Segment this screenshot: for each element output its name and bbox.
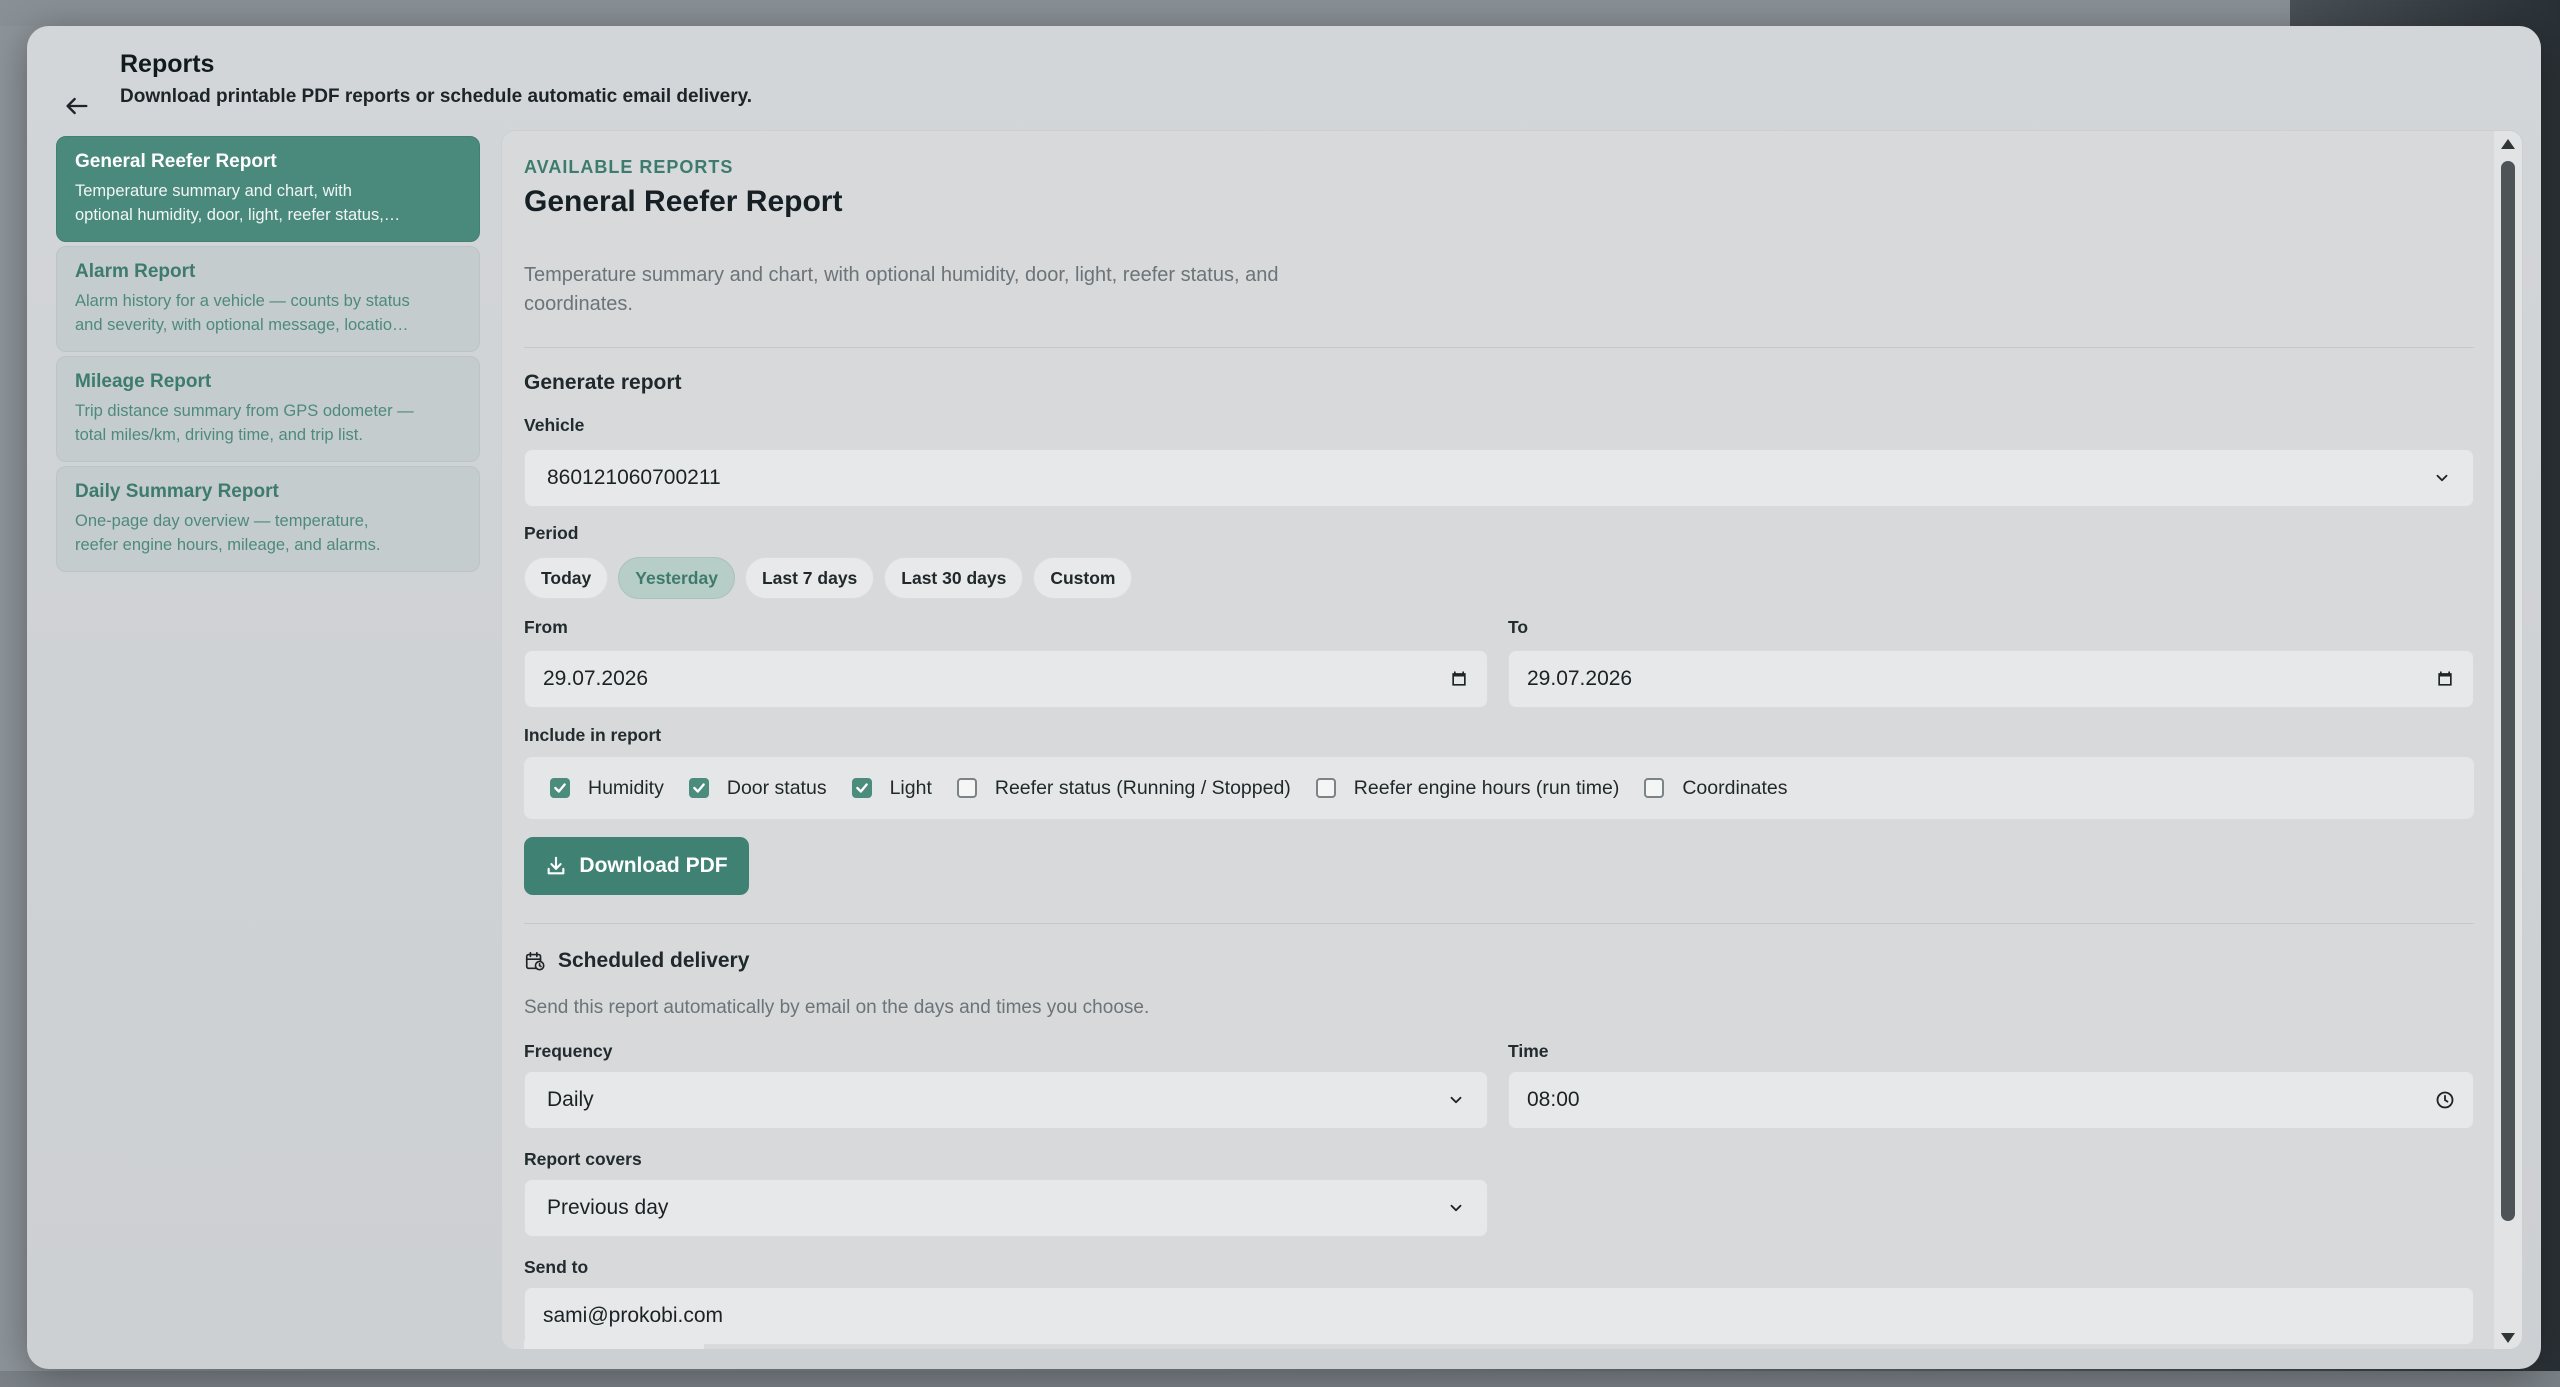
reefer-engine-hours-checkbox[interactable] — [1315, 778, 1336, 798]
download-icon — [548, 856, 565, 875]
scrollbar[interactable] — [2494, 131, 2522, 1349]
time-value: 08:00 — [1527, 1088, 1580, 1111]
vehicle-label: Vehicle — [524, 415, 585, 435]
period-chip-last-7-days[interactable]: Last 7 days — [744, 557, 875, 599]
to-date-input[interactable]: 29.07.2026 — [1508, 650, 2474, 708]
include-options: Humidity Door status Light Reefer status… — [524, 757, 2474, 819]
scheduled-delivery-title: Scheduled delivery — [558, 949, 750, 972]
check-icon — [855, 783, 868, 793]
to-label: To — [1508, 617, 1529, 637]
reefer-status-checkbox[interactable] — [956, 778, 977, 798]
from-date-input[interactable]: 29.07.2026 — [524, 650, 1488, 708]
partially-visible-button[interactable] — [524, 1335, 704, 1349]
download-pdf-button[interactable]: Download PDF — [524, 837, 749, 895]
report-item-desc: Temperature summary and chart, with opti… — [75, 182, 401, 224]
report-item-title: Mileage Report — [75, 371, 212, 392]
vehicle-value: 860121060700211 — [547, 466, 721, 489]
humidity-checkbox[interactable] — [550, 778, 570, 798]
period-label: Period — [524, 523, 579, 543]
report-item-general-reefer[interactable]: General Reefer Report Temperature summar… — [56, 136, 480, 242]
frequency-value: Daily — [547, 1088, 594, 1111]
include-coordinates[interactable]: Coordinates — [1644, 776, 1788, 800]
chevron-down-icon — [2436, 474, 2448, 482]
report-item-desc: Alarm history for a vehicle — counts by … — [75, 292, 410, 334]
report-item-desc: One-page day overview — temperature, ree… — [75, 512, 381, 554]
report-item-daily-summary[interactable]: Daily Summary Report One-page day overvi… — [56, 466, 480, 572]
report-covers-label: Report covers — [524, 1149, 642, 1169]
check-icon — [693, 783, 705, 793]
include-door-status[interactable]: Door status — [688, 776, 827, 800]
from-date-value: 29.07.2026 — [543, 667, 649, 690]
scroll-thumb[interactable] — [2501, 161, 2515, 1221]
frequency-select[interactable]: Daily — [524, 1071, 1488, 1129]
coordinates-checkbox[interactable] — [1644, 778, 1665, 798]
calendar-icon[interactable] — [2435, 669, 2455, 689]
period-chip-today[interactable]: Today — [524, 557, 609, 599]
period-chip-yesterday[interactable]: Yesterday — [618, 557, 735, 599]
report-covers-select[interactable]: Previous day — [524, 1179, 1488, 1237]
chevron-down-icon — [1450, 1204, 1462, 1212]
calendar-clock-icon — [525, 951, 545, 971]
scheduled-delivery-header: Scheduled delivery — [524, 949, 749, 973]
report-item-alarm[interactable]: Alarm Report Alarm history for a vehicle… — [56, 246, 480, 352]
header: Reports Download printable PDF reports o… — [27, 26, 2541, 136]
coordinates-label: Coordinates — [1682, 776, 1788, 799]
send-to-value: sami@prokobi.com — [543, 1304, 724, 1327]
light-checkbox[interactable] — [851, 778, 872, 798]
frequency-label: Frequency — [524, 1041, 613, 1061]
page-subtitle: Download printable PDF reports or schedu… — [120, 86, 753, 107]
chevron-down-icon — [1450, 1096, 1462, 1104]
report-item-mileage[interactable]: Mileage Report Trip distance summary fro… — [56, 356, 480, 462]
light-label: Light — [889, 776, 932, 799]
humidity-label: Humidity — [588, 776, 664, 799]
include-reefer-engine-hours[interactable]: Reefer engine hours (run time) — [1315, 776, 1620, 800]
scroll-up-arrow[interactable] — [2501, 139, 2515, 149]
include-humidity[interactable]: Humidity — [550, 777, 664, 800]
period-chip-custom[interactable]: Custom — [1033, 557, 1133, 599]
page-title: Reports — [120, 50, 215, 78]
include-reefer-status[interactable]: Reefer status (Running / Stopped) — [956, 776, 1291, 800]
time-input[interactable]: 08:00 — [1508, 1071, 2474, 1129]
door-status-checkbox[interactable] — [688, 778, 709, 798]
generate-section-title: Generate report — [524, 371, 682, 394]
send-to-input[interactable]: sami@prokobi.com — [524, 1287, 2474, 1345]
reports-window: Reports Download printable PDF reports o… — [27, 26, 2541, 1369]
report-item-title: Daily Summary Report — [75, 481, 279, 502]
divider — [524, 923, 2474, 924]
report-detail-panel[interactable]: AVAILABLE REPORTS General Reefer Report … — [501, 130, 2523, 1350]
scheduled-delivery-desc: Send this report automatically by email … — [524, 997, 1150, 1018]
door-status-label: Door status — [726, 776, 827, 799]
send-to-label: Send to — [524, 1257, 589, 1277]
period-chips: Today Yesterday Last 7 days Last 30 days… — [524, 557, 1133, 599]
include-light[interactable]: Light — [851, 776, 932, 800]
reefer-engine-hours-label: Reefer engine hours (run time) — [1353, 776, 1620, 799]
report-covers-value: Previous day — [547, 1196, 669, 1219]
report-item-desc: Trip distance summary from GPS odometer … — [75, 402, 414, 444]
report-list: General Reefer Report Temperature summar… — [56, 136, 480, 576]
divider — [524, 347, 2474, 348]
section-eyebrow: AVAILABLE REPORTS — [524, 157, 734, 177]
reefer-status-label: Reefer status (Running / Stopped) — [994, 776, 1291, 799]
from-label: From — [524, 617, 568, 637]
to-date-value: 29.07.2026 — [1527, 667, 1633, 690]
clock-icon[interactable] — [2435, 1090, 2455, 1110]
vehicle-select[interactable]: 860121060700211 — [524, 449, 2474, 507]
report-item-title: General Reefer Report — [75, 151, 277, 172]
check-icon — [554, 783, 566, 793]
period-chip-last-30-days[interactable]: Last 30 days — [884, 557, 1024, 599]
calendar-icon[interactable] — [1449, 669, 1469, 689]
scroll-down-arrow[interactable] — [2501, 1333, 2515, 1343]
arrow-left-icon — [66, 97, 88, 115]
report-description: Temperature summary and chart, with opti… — [524, 264, 1279, 315]
download-pdf-label: Download PDF — [579, 854, 728, 877]
report-title: General Reefer Report — [524, 185, 843, 218]
time-label: Time — [1508, 1041, 1549, 1061]
report-item-title: Alarm Report — [75, 261, 196, 282]
include-label: Include in report — [524, 725, 662, 745]
